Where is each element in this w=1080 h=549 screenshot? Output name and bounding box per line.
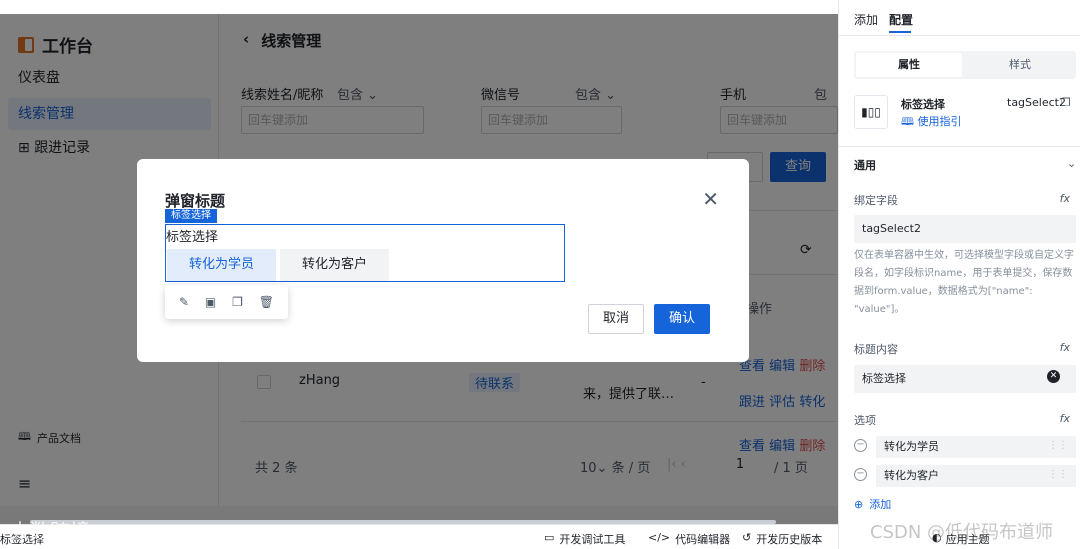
dialog-title: 弹窗标题	[165, 192, 226, 210]
delete-icon[interactable]: 🗑	[259, 295, 274, 309]
option-input[interactable]: 转化为学员	[876, 436, 1076, 458]
chevron-down-icon[interactable]: ⌄	[1067, 157, 1076, 170]
bind-field-help: 仅在表单容器中生效，可选择模型字段或自定义字段名，如字段标识name，用于表单提…	[854, 250, 1074, 315]
fx-icon[interactable]: fx	[1060, 412, 1070, 425]
history-icon: ↺	[742, 531, 752, 544]
dev-tools-button[interactable]: ▭ 开发调试工具	[544, 531, 625, 547]
bottom-bar: 标签选择 ▭ 开发调试工具 </> 代码编辑器 ↺ 开发历史版本	[0, 524, 838, 549]
add-option-button[interactable]: ⊕ 添加	[854, 496, 891, 512]
options-label: 选项	[854, 414, 876, 427]
plus-circle-icon: ⊕	[854, 497, 864, 511]
history-button[interactable]: ↺ 开发历史版本	[742, 531, 822, 547]
cancel-button[interactable]: 取消	[588, 304, 644, 334]
monitor-icon: ▭	[544, 531, 555, 544]
remove-option-icon[interactable]: −	[854, 468, 867, 481]
code-icon: </>	[648, 531, 671, 544]
usage-guide-link[interactable]: 🕮 使用指引	[901, 113, 961, 132]
close-icon[interactable]: ✕	[702, 187, 719, 211]
bind-field-input[interactable]: tagSelect2	[854, 215, 1076, 243]
tag-select-component-icon: ▮▯▯	[854, 95, 888, 129]
segment-properties[interactable]: 属性	[856, 53, 962, 77]
book-icon: 🕮	[901, 115, 914, 128]
horizontal-scrollbar[interactable]	[0, 519, 838, 525]
title-content-input[interactable]: 标签选择	[854, 365, 1076, 393]
fx-icon[interactable]: fx	[1060, 341, 1070, 354]
code-editor-button[interactable]: </> 代码编辑器	[648, 531, 730, 547]
copy-icon[interactable]: ❐	[232, 295, 243, 309]
option-row: − 转化为客户 ⋮⋮	[854, 465, 1076, 487]
remove-option-icon[interactable]: −	[854, 439, 867, 452]
confirm-button[interactable]: 确认	[654, 304, 710, 334]
config-panel: 添加 配置 属性 样式 ▮▯▯ 标签选择 tagSelect2 ❐ 🕮 使用指引…	[838, 0, 1080, 549]
component-name: 标签选择	[901, 98, 945, 111]
tab-underline	[889, 31, 911, 33]
bind-field-label: 绑定字段	[854, 194, 898, 207]
chip-student[interactable]: 转化为学员	[167, 249, 277, 281]
divider	[839, 146, 1080, 147]
modal-dialog: 弹窗标题 ✕ 标签选择 标签选择 转化为学员 转化为客户 ✎ ▣ ❐ 🗑 取消 …	[137, 159, 749, 362]
top-strip	[0, 0, 838, 14]
watermark-left: 大数跨境	[10, 519, 90, 543]
drag-handle-icon[interactable]: ⋮⋮	[1048, 440, 1068, 451]
palette-icon: ◐	[932, 531, 942, 544]
copy-icon[interactable]: ❐	[1061, 96, 1071, 109]
selected-component-tag: 标签选择	[165, 209, 217, 223]
option-input[interactable]: 转化为客户	[876, 465, 1076, 487]
fx-icon[interactable]: fx	[1060, 192, 1070, 205]
tag-select-component[interactable]: 标签选择 转化为学员 转化为客户	[165, 224, 565, 282]
clear-icon[interactable]: ✕	[1047, 370, 1060, 383]
scrollbar-thumb[interactable]	[30, 520, 776, 524]
section-general: 通用	[854, 159, 876, 172]
tab-add[interactable]: 添加	[854, 11, 878, 28]
component-toolbar: ✎ ▣ ❐ 🗑	[165, 285, 288, 319]
component-id: tagSelect2	[1007, 96, 1066, 109]
chip-customer[interactable]: 转化为客户	[280, 249, 390, 281]
tab-config[interactable]: 配置	[889, 11, 913, 28]
option-row: − 转化为学员 ⋮⋮	[854, 436, 1076, 458]
tag-select-label: 标签选择	[166, 230, 219, 245]
title-content-label: 标题内容	[854, 343, 898, 356]
edit-icon[interactable]: ✎	[179, 295, 189, 309]
segment-control: 属性 样式	[854, 51, 1076, 79]
app-theme-button[interactable]: ◐ 应用主题	[932, 531, 990, 547]
save-icon[interactable]: ▣	[205, 295, 216, 309]
divider	[839, 35, 1080, 36]
segment-style[interactable]: 样式	[966, 53, 1074, 77]
drag-handle-icon[interactable]: ⋮⋮	[1048, 469, 1068, 480]
